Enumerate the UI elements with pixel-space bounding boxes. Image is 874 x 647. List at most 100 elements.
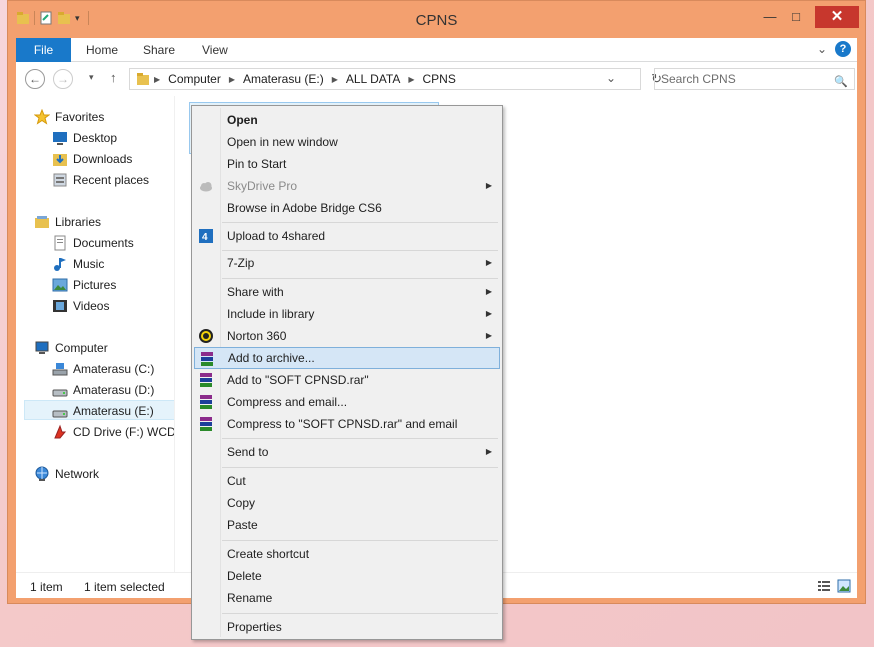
menu-item-skydrive-pro[interactable]: SkyDrive Pro ▶ [194, 175, 500, 197]
menu-item-add-to-rar[interactable]: Add to "SOFT CPNSD.rar" [194, 369, 500, 391]
computer-icon [35, 341, 49, 354]
back-button[interactable]: ← [25, 69, 45, 89]
maximize-button[interactable]: □ [783, 6, 809, 28]
help-icon[interactable]: ? [835, 41, 851, 57]
menu-item-norton-360[interactable]: Norton 360 ▶ [194, 325, 500, 347]
menu-item-create-shortcut[interactable]: Create shortcut [194, 543, 500, 565]
submenu-arrow-icon: ▶ [485, 181, 492, 190]
folder-icon [137, 73, 149, 85]
recent-places-icon [53, 173, 67, 187]
breadcrumb-chevron-icon[interactable]: ▶ [332, 75, 338, 84]
drive-icon [52, 410, 68, 418]
winrar-icon [200, 373, 212, 387]
music-icon [54, 257, 66, 271]
breadcrumb-cpns[interactable]: CPNS [422, 72, 455, 86]
menu-item-paste[interactable]: Paste [194, 514, 500, 536]
submenu-arrow-icon: ▶ [485, 447, 492, 456]
cd-drive-icon [54, 424, 67, 439]
menu-item-copy[interactable]: Copy [194, 492, 500, 514]
menu-item-add-to-archive[interactable]: Add to archive... [194, 347, 500, 369]
menu-item-7zip[interactable]: 7-Zip ▶ [194, 252, 500, 274]
menu-item-compress-to-rar-email[interactable]: Compress to "SOFT CPNSD.rar" and email [194, 413, 500, 435]
tab-home[interactable]: Home [86, 38, 118, 62]
sidebar-item-drive-d[interactable]: Amaterasu (D:) [52, 380, 154, 400]
menu-item-cut[interactable]: Cut [194, 470, 500, 492]
breadcrumb-chevron-icon[interactable]: ▶ [229, 75, 235, 84]
navigation-pane: Favorites Desktop Downloads Recent place… [16, 96, 186, 572]
menu-item-send-to[interactable]: Send to ▶ [194, 441, 500, 463]
selected-count: 1 item selected [84, 580, 165, 594]
documents-icon [54, 235, 66, 251]
menu-item-rename[interactable]: Rename [194, 587, 500, 609]
address-dropdown-icon[interactable]: ⌄ [606, 71, 616, 85]
window-title: CPNS [415, 12, 458, 29]
network-icon [35, 466, 49, 481]
menu-item-compress-email[interactable]: Compress and email... [194, 391, 500, 413]
submenu-arrow-icon: ▶ [485, 331, 492, 340]
forward-button[interactable]: → [53, 69, 73, 89]
menu-item-open-new-window[interactable]: Open in new window [194, 131, 500, 153]
tab-view[interactable]: View [202, 38, 228, 62]
submenu-arrow-icon: ▶ [485, 258, 492, 267]
context-menu: Open Open in new window Pin to Start Sky… [191, 105, 503, 640]
address-row: ← → ▾ ↑ ▶ Computer ▶ Amaterasu (E:) ▶ AL… [16, 62, 857, 96]
item-count: 1 item [30, 580, 63, 594]
videos-icon [53, 299, 67, 312]
menu-item-include-in-library[interactable]: Include in library ▶ [194, 303, 500, 325]
libraries-icon [35, 215, 49, 228]
svg-text:4: 4 [202, 232, 208, 243]
sidebar-item-pictures[interactable]: Pictures [52, 275, 116, 295]
menu-item-pin-to-start[interactable]: Pin to Start [194, 153, 500, 175]
minimize-button[interactable]: — [757, 6, 783, 28]
menu-item-delete[interactable]: Delete [194, 565, 500, 587]
large-icons-view-icon[interactable] [837, 579, 851, 593]
sidebar-item-videos[interactable]: Videos [52, 296, 109, 316]
tab-share[interactable]: Share [143, 38, 175, 62]
breadcrumb-drive-e[interactable]: Amaterasu (E:) [243, 72, 324, 86]
ribbon-tabs: File Home Share View ⌄ ? [16, 38, 857, 62]
menu-item-adobe-bridge[interactable]: Browse in Adobe Bridge CS6 [194, 197, 500, 219]
up-button[interactable]: ↑ [110, 70, 117, 85]
star-icon [34, 108, 50, 125]
sidebar-item-documents[interactable]: Documents [52, 233, 134, 253]
sidebar-item-computer[interactable]: Computer [34, 338, 108, 358]
downloads-icon [53, 153, 67, 166]
sidebar-item-downloads[interactable]: Downloads [52, 149, 132, 169]
sidebar-item-cd-drive[interactable]: CD Drive (F:) WCDM [52, 422, 186, 442]
menu-item-properties[interactable]: Properties [194, 616, 500, 638]
details-view-icon[interactable] [817, 579, 831, 593]
breadcrumb-all-data[interactable]: ALL DATA [346, 72, 400, 86]
address-bar[interactable]: ▶ Computer ▶ Amaterasu (E:) ▶ ALL DATA ▶… [129, 68, 662, 90]
winrar-icon [200, 417, 212, 431]
submenu-arrow-icon: ▶ [485, 309, 492, 318]
sidebar-item-libraries[interactable]: Libraries [34, 212, 101, 232]
recent-locations-button[interactable]: ▾ [89, 72, 94, 83]
desktop-icon [53, 131, 67, 145]
sidebar-item-drive-c[interactable]: Amaterasu (C:) [52, 359, 154, 379]
sidebar-item-music[interactable]: Music [52, 254, 104, 274]
breadcrumb-computer[interactable]: Computer [168, 72, 221, 86]
submenu-arrow-icon: ▶ [485, 287, 492, 296]
sidebar-item-favorites[interactable]: Favorites [34, 107, 104, 127]
close-button[interactable]: ✕ [815, 6, 859, 28]
breadcrumb-chevron-icon[interactable]: ▶ [154, 75, 160, 84]
menu-item-upload-4shared[interactable]: 4 Upload to 4shared [194, 225, 500, 247]
search-input[interactable]: Search CPNS 🔍 [654, 68, 855, 90]
menu-item-share-with[interactable]: Share with ▶ [194, 281, 500, 303]
search-icon[interactable]: 🔍 [834, 72, 848, 92]
system-drive-icon [52, 362, 68, 376]
sidebar-item-recent-places[interactable]: Recent places [52, 170, 149, 190]
sidebar-item-drive-e[interactable]: Amaterasu (E:) [24, 400, 179, 420]
expand-ribbon-icon[interactable]: ⌄ [817, 42, 827, 56]
menu-item-open[interactable]: Open [194, 109, 500, 131]
skydrive-icon [200, 182, 212, 192]
sidebar-item-network[interactable]: Network [34, 464, 99, 484]
breadcrumb-chevron-icon[interactable]: ▶ [408, 75, 414, 84]
drive-icon [52, 389, 68, 397]
winrar-icon [200, 395, 212, 409]
sidebar-item-desktop[interactable]: Desktop [52, 128, 117, 148]
norton-icon [199, 329, 213, 343]
title-bar[interactable]: ▾ CPNS — □ ✕ [8, 1, 865, 39]
tab-file[interactable]: File [16, 38, 71, 62]
search-placeholder: Search CPNS [661, 72, 736, 86]
